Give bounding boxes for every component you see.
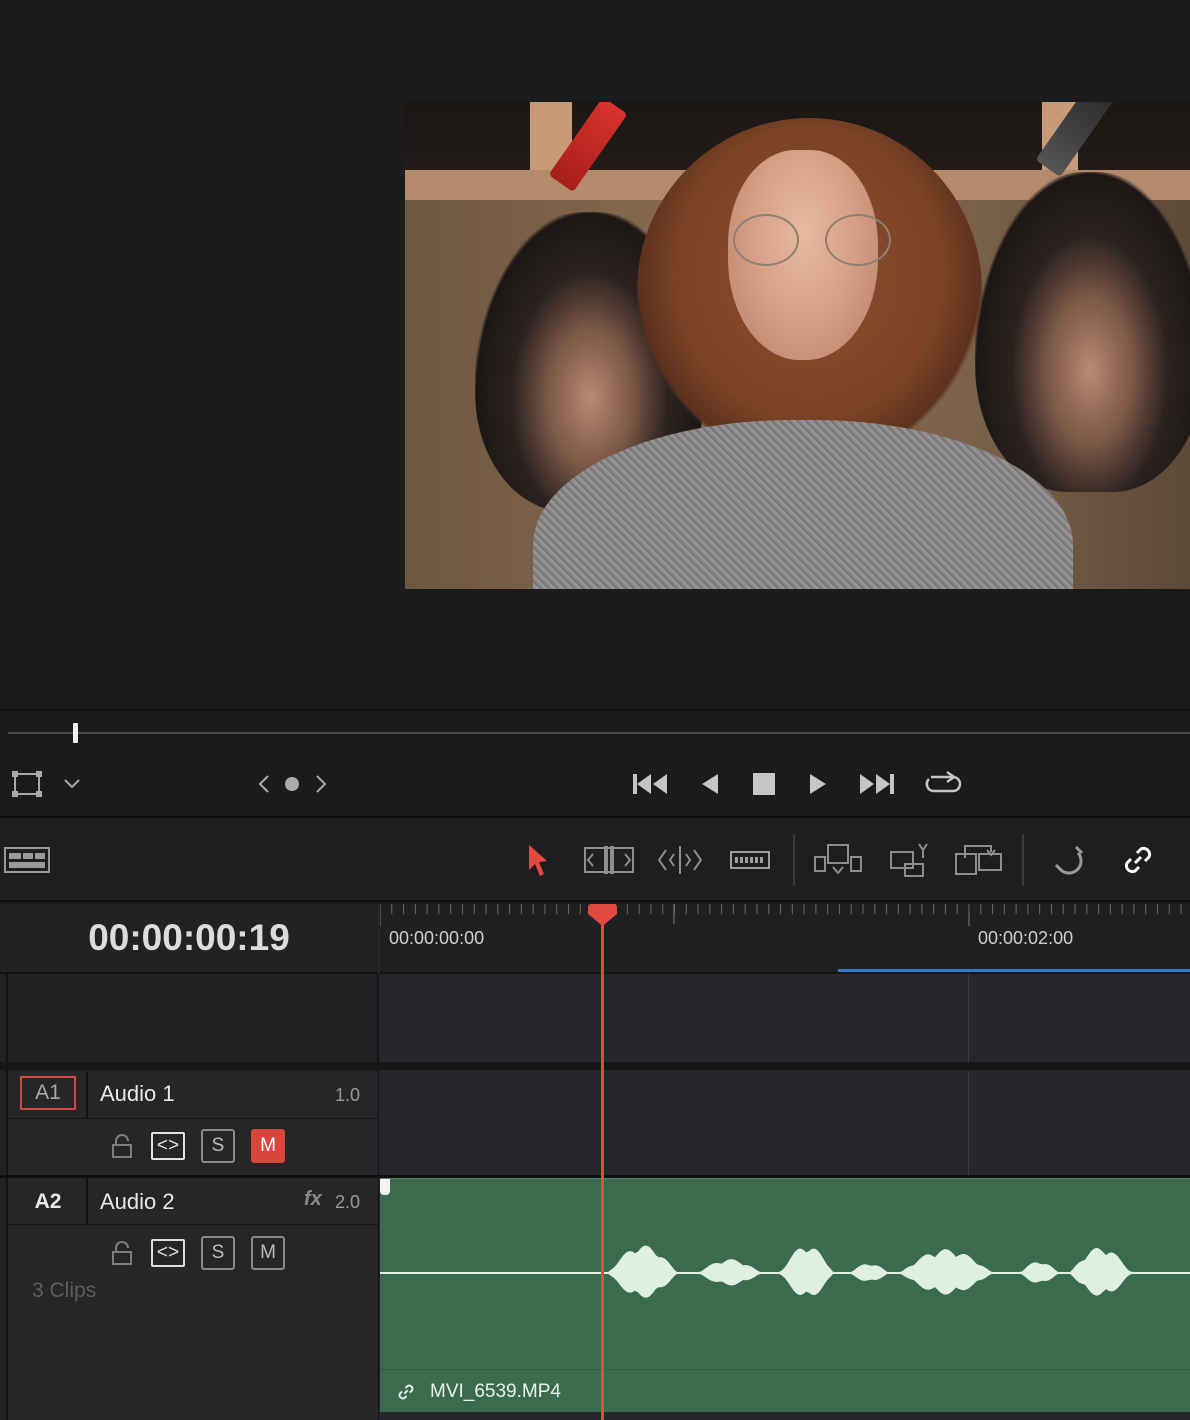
track-lock-icon[interactable] <box>108 1129 136 1163</box>
track-header-divider <box>86 1072 88 1118</box>
viewer-panel <box>0 0 1190 710</box>
mute-button-a1[interactable]: M <box>251 1129 285 1163</box>
clip-start-marker[interactable] <box>380 1179 390 1195</box>
track-header-divider <box>8 1224 378 1225</box>
track-lock-icon[interactable] <box>108 1236 136 1270</box>
track-channels-a2: 2.0 <box>335 1192 361 1212</box>
audio-waveform <box>380 1245 1190 1298</box>
video-audio-separator[interactable] <box>0 1062 1190 1070</box>
ruler-ticks <box>380 904 1182 926</box>
track-fx-badge[interactable]: fx <box>304 1188 322 1211</box>
playhead-handle[interactable] <box>588 904 617 926</box>
loop-icon[interactable] <box>923 768 963 800</box>
selection-mode-icon[interactable] <box>522 840 554 880</box>
next-keyframe-icon[interactable] <box>310 768 332 800</box>
auto-select-track-icon[interactable]: <> <box>151 1239 185 1267</box>
play-reverse-icon[interactable] <box>698 768 722 800</box>
divider <box>0 709 1190 711</box>
grid-line <box>968 974 969 1064</box>
ruler-label-start: 00:00:00:00 <box>389 928 485 948</box>
jump-to-start-icon[interactable] <box>632 768 670 800</box>
edit-toolbar <box>0 816 1190 902</box>
timeline-ruler[interactable]: 00:00:00:00 00:00:02:00 <box>380 904 1190 974</box>
chevron-down-icon[interactable] <box>60 768 84 800</box>
grid-line <box>968 1072 969 1178</box>
clip-name: MVI_6539.MP4 <box>430 1380 561 1402</box>
toolbar-divider <box>793 834 795 886</box>
replace-clip-icon[interactable] <box>952 840 1006 880</box>
portrait-painting-right <box>975 172 1190 492</box>
stop-icon[interactable] <box>750 768 778 800</box>
solo-button-a2[interactable]: S <box>201 1236 235 1270</box>
dynamic-trim-mode-icon[interactable] <box>656 840 704 880</box>
track-clip-count: 3 Clips <box>32 1279 97 1302</box>
previous-keyframe-icon[interactable] <box>253 768 275 800</box>
render-cache-indicator <box>838 969 1190 972</box>
trim-edit-mode-icon[interactable] <box>582 840 636 880</box>
track-header-divider <box>8 1118 378 1119</box>
track-header-divider <box>86 1178 88 1224</box>
transport-controls <box>0 758 1190 810</box>
snapping-magnet-icon[interactable] <box>1050 840 1090 880</box>
timeline-view-options-icon[interactable] <box>4 840 50 880</box>
viewer-scrubber-handle[interactable] <box>73 723 78 743</box>
track-name-a1[interactable]: Audio 1 <box>100 1081 175 1107</box>
glasses-left <box>733 214 799 266</box>
transform-overlay-icon[interactable] <box>10 768 44 800</box>
audio-clip[interactable]: MVI_6539.MP4 <box>380 1178 1190 1412</box>
clip-label-bar: MVI_6539.MP4 <box>380 1369 1190 1413</box>
overwrite-clip-icon[interactable] <box>886 840 930 880</box>
solo-button-a1[interactable]: S <box>201 1129 235 1163</box>
ruler-label-2s: 00:00:02:00 <box>978 928 1074 948</box>
track-channels-a1: 1.0 <box>335 1085 361 1105</box>
auto-select-track-icon[interactable]: <> <box>151 1132 185 1160</box>
glasses-right <box>825 214 891 266</box>
track-id-a1[interactable]: A1 <box>20 1076 76 1110</box>
track-name-a2[interactable]: Audio 2 <box>100 1189 175 1215</box>
mute-button-a2[interactable]: M <box>251 1236 285 1270</box>
viewer-scrubber-track[interactable] <box>8 732 1190 734</box>
jump-to-end-icon[interactable] <box>857 768 895 800</box>
playhead-line[interactable] <box>601 912 604 1420</box>
track-id-a2[interactable]: A2 <box>20 1185 76 1219</box>
blade-edit-mode-icon[interactable] <box>728 840 772 880</box>
linked-selection-icon[interactable] <box>1118 840 1158 880</box>
link-icon <box>396 1382 416 1402</box>
toolbar-divider <box>1022 834 1024 886</box>
play-icon[interactable] <box>806 768 830 800</box>
insert-clip-icon[interactable] <box>812 840 864 880</box>
timeline-timecode[interactable]: 00:00:00:19 <box>0 904 378 974</box>
keyframe-icon[interactable] <box>281 768 303 800</box>
video-frame <box>405 102 1190 589</box>
